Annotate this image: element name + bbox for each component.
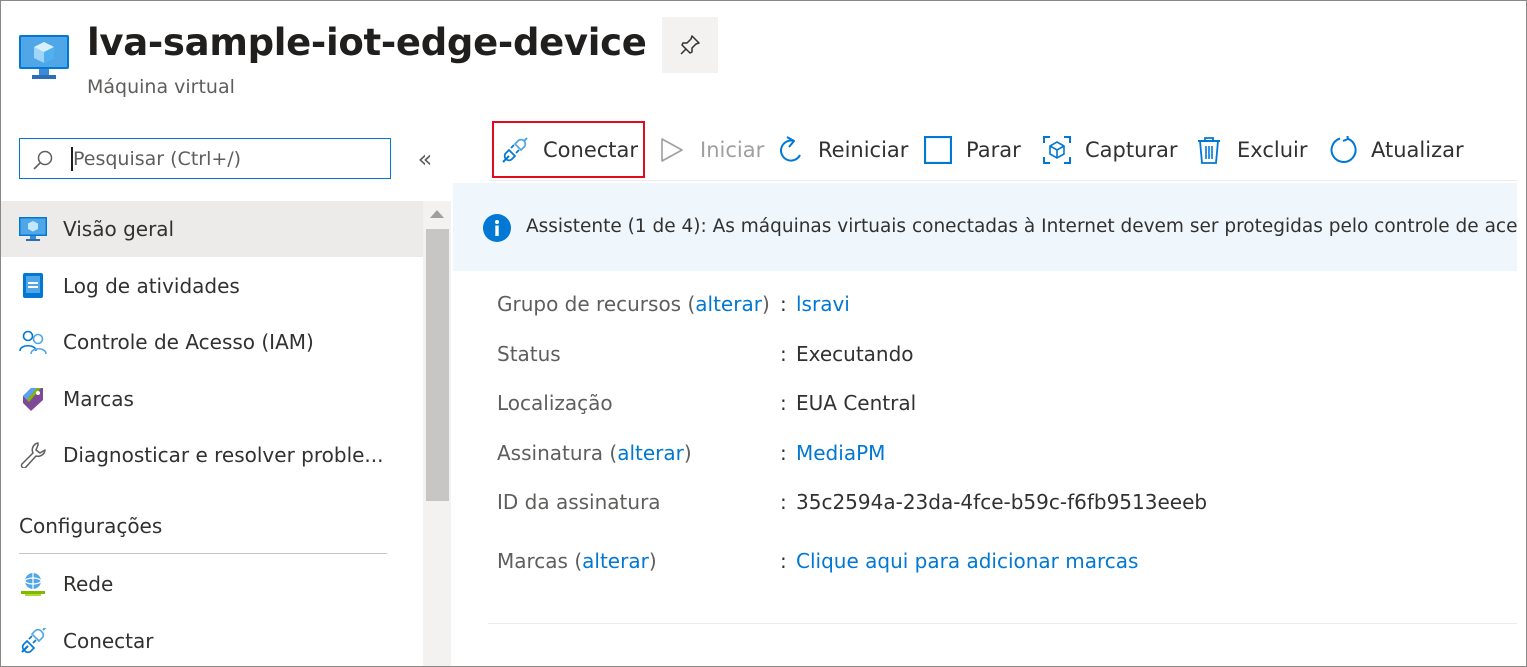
page-title: lva-sample-iot-edge-device xyxy=(87,21,647,64)
sidebar-item-network[interactable]: Rede xyxy=(1,556,423,612)
sidebar-item-label: Diagnosticar e resolver proble... xyxy=(63,443,384,467)
properties-divider xyxy=(488,623,1517,624)
restart-icon xyxy=(780,136,801,162)
info-icon xyxy=(483,214,511,242)
tags-label: Marcas (alterar) xyxy=(497,549,657,573)
activity-log-icon xyxy=(23,273,43,298)
subscription-id-value: 35c2594a-23da-4fce-b59c-f6fb9513eeeb xyxy=(796,490,1208,514)
delete-button-label: Excluir xyxy=(1237,138,1308,162)
restart-button-label: Reiniciar xyxy=(818,138,909,162)
search-box[interactable] xyxy=(19,138,391,179)
section-divider xyxy=(19,553,387,554)
location-label: Localização xyxy=(497,391,613,415)
app-frame: lva-sample-iot-edge-device Máquina virtu… xyxy=(0,0,1527,667)
sidebar-item-tags[interactable]: Marcas xyxy=(1,371,423,427)
start-button[interactable]: Iniciar xyxy=(658,125,764,175)
capture-button[interactable]: Capturar xyxy=(1043,125,1178,175)
status-value: Executando xyxy=(796,342,914,366)
status-label: Status xyxy=(497,342,561,366)
subscription-colon: : xyxy=(780,441,787,465)
search-input[interactable] xyxy=(73,139,383,178)
trash-icon xyxy=(1198,137,1220,164)
stop-icon xyxy=(924,136,952,164)
sidebar-item-activity-log[interactable]: Log de atividades xyxy=(1,258,423,314)
sidebar-item-label: Rede xyxy=(63,572,114,596)
sidebar-item-label: Controle de Acesso (IAM) xyxy=(63,330,314,354)
sidebar-item-access-control[interactable]: Controle de Acesso (IAM) xyxy=(1,314,423,370)
scroll-up-arrow-icon[interactable] xyxy=(430,210,444,218)
subscription-id-label: ID da assinatura xyxy=(497,490,661,514)
plug-icon xyxy=(21,628,47,654)
sidebar-item-diagnose[interactable]: Diagnosticar e resolver proble... xyxy=(1,427,423,483)
resource-group-label-text: Grupo de recursos xyxy=(497,292,682,316)
refresh-button[interactable]: Atualizar xyxy=(1329,125,1464,175)
location-colon: : xyxy=(780,391,787,415)
pin-icon xyxy=(680,35,700,55)
sidebar-item-label: Log de atividades xyxy=(63,274,240,298)
refresh-icon xyxy=(1330,136,1357,163)
search-icon xyxy=(33,150,53,170)
virtual-machine-icon xyxy=(19,217,47,241)
start-button-label: Iniciar xyxy=(700,138,765,162)
pin-button[interactable] xyxy=(662,17,718,73)
page-subtitle: Máquina virtual xyxy=(87,76,235,98)
status-colon: : xyxy=(780,342,787,366)
resource-group-label: Grupo de recursos (alterar) xyxy=(497,292,770,316)
advisor-banner[interactable]: Assistente (1 de 4): As máquinas virtuai… xyxy=(453,183,1517,271)
location-value: EUA Central xyxy=(796,391,917,415)
sidebar-item-label: Visão geral xyxy=(63,217,175,241)
tags-change-link[interactable]: alterar xyxy=(582,549,649,573)
sidebar-item-label: Marcas xyxy=(63,387,134,411)
resource-group-change-link[interactable]: alterar xyxy=(695,292,762,316)
subscription-id-colon: : xyxy=(780,490,787,514)
sidebar-item-label: Conectar xyxy=(63,629,154,653)
virtual-machine-icon xyxy=(19,35,69,79)
restart-button[interactable]: Reiniciar xyxy=(776,125,908,175)
section-heading-settings: Configurações xyxy=(19,514,163,538)
network-icon xyxy=(21,573,45,596)
delete-button[interactable]: Excluir xyxy=(1195,125,1308,175)
sidebar-item-connect[interactable]: Conectar xyxy=(1,613,423,666)
stop-button-label: Parar xyxy=(966,138,1021,162)
connect-highlight-box xyxy=(492,121,645,178)
collapse-sidebar-button[interactable]: « xyxy=(411,144,439,174)
sidebar-item-overview[interactable]: Visão geral xyxy=(1,201,423,257)
tags-colon: : xyxy=(780,549,787,573)
resource-group-colon: : xyxy=(780,292,787,316)
subscription-value[interactable]: MediaPM xyxy=(796,441,885,465)
toolbar-divider xyxy=(489,180,1517,181)
capture-icon xyxy=(1043,136,1071,164)
scrollbar-thumb[interactable] xyxy=(426,229,449,501)
wrench-icon xyxy=(20,442,46,468)
add-tags-link[interactable]: Clique aqui para adicionar marcas xyxy=(796,549,1138,573)
tag-icon xyxy=(23,388,43,411)
resource-group-value[interactable]: lsravi xyxy=(796,292,850,316)
play-icon xyxy=(661,138,683,162)
stop-button[interactable]: Parar xyxy=(924,125,1021,175)
subscription-label: Assinatura (alterar) xyxy=(497,441,692,465)
subscription-change-link[interactable]: alterar xyxy=(617,441,684,465)
capture-button-label: Capturar xyxy=(1085,138,1178,162)
tags-label-text: Marcas xyxy=(497,549,568,573)
subscription-label-text: Assinatura xyxy=(497,441,604,465)
iam-people-icon xyxy=(19,330,47,355)
advisor-banner-text: Assistente (1 de 4): As máquinas virtuai… xyxy=(526,216,1517,237)
refresh-button-label: Atualizar xyxy=(1371,138,1464,162)
